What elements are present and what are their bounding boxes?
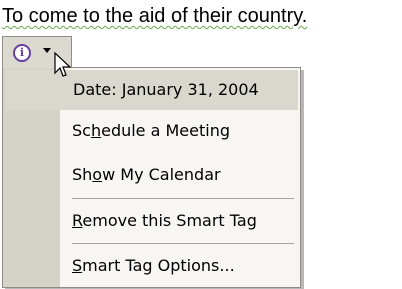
access-key: R (72, 211, 83, 230)
menu-item-label: Remove this Smart Tag (72, 211, 257, 230)
menu-header-date: Date: January 31, 2004 (5, 70, 298, 110)
menu-separator (72, 243, 294, 244)
smart-tag-menu: Date: January 31, 2004 Schedule a Meetin… (2, 67, 301, 288)
mouse-cursor-icon (54, 52, 72, 77)
menu-item-schedule-meeting[interactable]: Schedule a Meeting (60, 111, 298, 151)
menu-item-show-calendar[interactable]: Show My Calendar (60, 155, 298, 195)
menu-separator (72, 198, 294, 199)
access-key: o (92, 165, 103, 184)
info-icon: i (13, 44, 31, 62)
menu-item-label: Schedule a Meeting (72, 121, 231, 140)
menu-item-smart-tag-options[interactable]: Smart Tag Options... (60, 246, 298, 286)
menu-item-label: Show My Calendar (72, 165, 221, 184)
chevron-down-icon (43, 48, 51, 53)
access-key: h (90, 121, 102, 140)
access-key: S (72, 256, 83, 275)
document-text: To come to the aid of their country. (2, 5, 308, 27)
menu-item-remove-smart-tag[interactable]: Remove this Smart Tag (60, 201, 298, 241)
menu-item-label: Smart Tag Options... (72, 256, 235, 275)
